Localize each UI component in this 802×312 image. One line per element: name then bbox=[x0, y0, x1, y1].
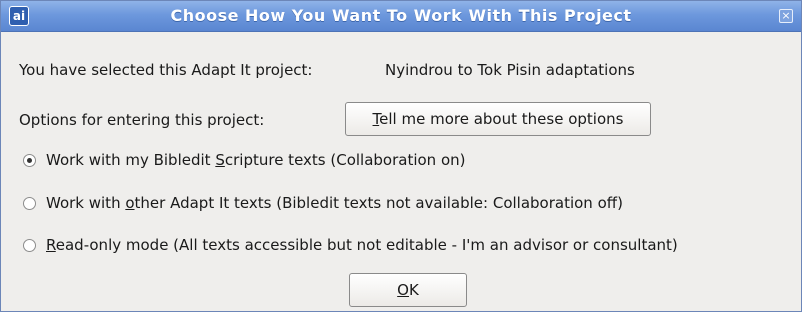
radio-option-collaboration-on[interactable]: Work with my Bibledit Scripture texts (C… bbox=[23, 149, 466, 171]
radio-option-read-only[interactable]: Read-only mode (All texts accessible but… bbox=[23, 234, 678, 256]
radio-mnemonic: S bbox=[215, 151, 225, 169]
radio-mnemonic: o bbox=[125, 194, 135, 212]
radio-label-part: Work with bbox=[46, 194, 126, 212]
ok-button[interactable]: OK bbox=[349, 273, 467, 307]
radio-button[interactable] bbox=[23, 238, 36, 252]
radio-button-selected[interactable] bbox=[23, 153, 36, 167]
radio-button[interactable] bbox=[23, 196, 36, 210]
collaboration-dialog: ai Choose How You Want To Work With This… bbox=[0, 0, 802, 312]
radio-label-collaboration-off: Work with other Adapt It texts (Bibledit… bbox=[46, 194, 623, 212]
radio-label-collaboration-on: Work with my Bibledit Scripture texts (C… bbox=[46, 151, 466, 169]
radio-option-collaboration-off[interactable]: Work with other Adapt It texts (Bibledit… bbox=[23, 192, 623, 214]
title-bar[interactable]: ai Choose How You Want To Work With This… bbox=[1, 1, 801, 32]
radio-label-part: Work with my Bibledit bbox=[46, 151, 216, 169]
ok-label: K bbox=[408, 281, 419, 299]
tell-me-more-button[interactable]: Tell me more about these options bbox=[345, 102, 651, 136]
radio-mnemonic: R bbox=[46, 236, 56, 254]
adapt-it-app-icon: ai bbox=[9, 6, 29, 26]
radio-label-part: ead-only mode (All texts accessible but … bbox=[55, 236, 678, 254]
dialog-title: Choose How You Want To Work With This Pr… bbox=[170, 6, 632, 25]
tell-me-more-label: ell me more about these options bbox=[379, 110, 624, 128]
radio-label-part: cripture texts (Collaboration on) bbox=[224, 151, 466, 169]
close-icon[interactable]: × bbox=[779, 9, 793, 23]
options-label: Options for entering this project: bbox=[19, 111, 265, 129]
project-label: You have selected this Adapt It project: bbox=[19, 61, 313, 79]
project-name: Nyindrou to Tok Pisin adaptations bbox=[385, 61, 635, 79]
radio-label-part: ther Adapt It texts (Bibledit texts not … bbox=[134, 194, 623, 212]
radio-label-read-only: Read-only mode (All texts accessible but… bbox=[46, 236, 678, 254]
ok-mnemonic: O bbox=[397, 281, 409, 299]
